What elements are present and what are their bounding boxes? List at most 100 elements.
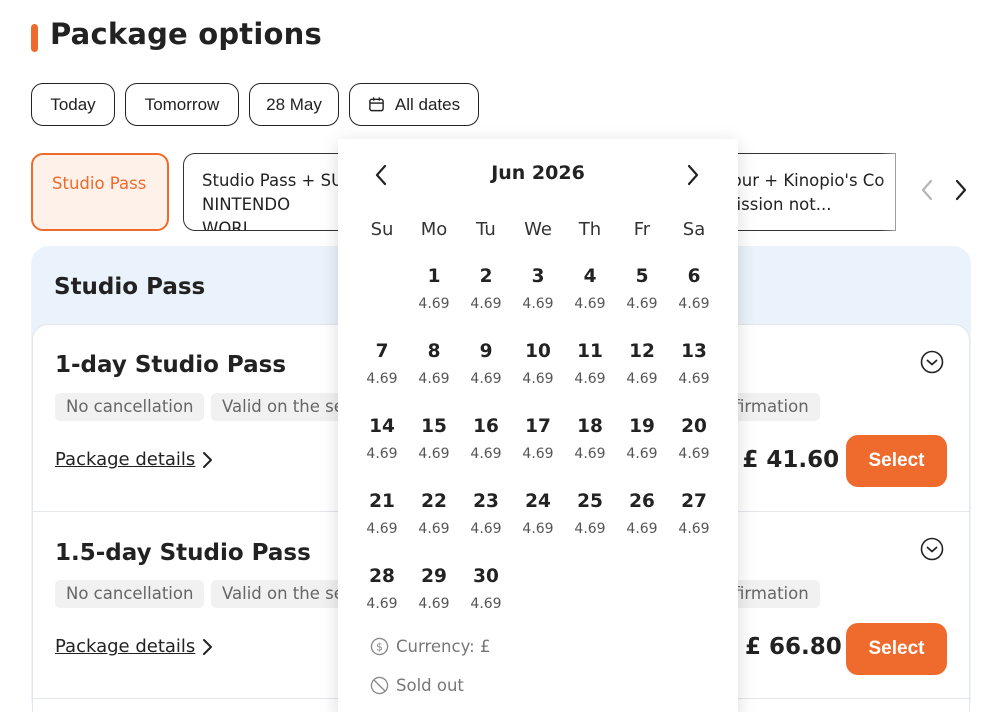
calendar-day[interactable]: 27 4.69 <box>668 489 720 564</box>
calendar-day-price: 4.69 <box>522 371 554 387</box>
legend-sold-out-label: Sold out <box>396 676 464 695</box>
calendar-day-price: 4.69 <box>522 296 554 312</box>
calendar-day[interactable]: 14 4.69 <box>356 414 408 489</box>
tabs-prev-button[interactable] <box>916 176 938 204</box>
calendar-day[interactable]: 9 4.69 <box>460 339 512 414</box>
calendar-day[interactable]: 16 4.69 <box>460 414 512 489</box>
calendar-day[interactable]: 24 4.69 <box>512 489 564 564</box>
chevron-right-icon <box>203 638 213 655</box>
calendar-day[interactable]: 12 4.69 <box>616 339 668 414</box>
calendar-day-price: 4.69 <box>626 521 658 537</box>
calendar-day-number: 3 <box>531 266 545 287</box>
tag-confirmation: firmation <box>730 580 820 608</box>
date-chip-today[interactable]: Today <box>31 83 115 126</box>
package-tab-studio-pass-nintendo[interactable]: Studio Pass + SU NINTENDO WORL <box>183 153 363 231</box>
page-title: Package options <box>50 17 322 51</box>
calendar-next-month-button[interactable] <box>682 161 704 189</box>
expand-button[interactable] <box>920 537 944 561</box>
calendar-day[interactable]: 19 4.69 <box>616 414 668 489</box>
calendar-day[interactable]: 18 4.69 <box>564 414 616 489</box>
calendar-day[interactable]: 17 4.69 <box>512 414 564 489</box>
chevron-right-icon <box>203 451 213 468</box>
calendar-day[interactable]: 25 4.69 <box>564 489 616 564</box>
date-chip-all-dates[interactable]: All dates <box>349 83 479 126</box>
calendar-day-number: 15 <box>421 416 447 437</box>
calendar-day[interactable]: 7 4.69 <box>356 339 408 414</box>
date-chip-28-may[interactable]: 28 May <box>249 83 339 126</box>
calendar-day[interactable]: 15 4.69 <box>408 414 460 489</box>
expand-button[interactable] <box>920 350 944 374</box>
calendar-day-number: 5 <box>635 266 649 287</box>
calendar-day[interactable]: 20 4.69 <box>668 414 720 489</box>
title-accent-bar <box>31 24 38 52</box>
tag-confirmation: firmation <box>730 393 820 421</box>
calendar-day-number: 6 <box>687 266 701 287</box>
calendar-day-number: 9 <box>479 341 493 362</box>
calendar-day-price: 4.69 <box>522 521 554 537</box>
calendar-day-price: 4.69 <box>418 371 450 387</box>
calendar-day-price: 4.69 <box>470 521 502 537</box>
calendar-day-price: 4.69 <box>470 596 502 612</box>
calendar-day[interactable]: 28 4.69 <box>356 564 408 639</box>
calendar-day[interactable]: 11 4.69 <box>564 339 616 414</box>
date-picker-popup: Jun 2026 Su Mo Tu We Th Fr Sa 1 4.69 2 4.69… <box>338 139 738 712</box>
calendar-day[interactable]: 22 4.69 <box>408 489 460 564</box>
legend-currency: $ Currency: £ <box>370 637 490 656</box>
calendar-day[interactable]: 23 4.69 <box>460 489 512 564</box>
chevron-left-icon <box>921 179 933 201</box>
weekday-label: Th <box>578 219 602 240</box>
tabs-fade <box>880 150 910 234</box>
calendar-day-price: 4.69 <box>626 371 658 387</box>
calendar-day-number: 14 <box>369 416 395 437</box>
weekday-label: Fr <box>633 219 651 240</box>
calendar-day[interactable]: 8 4.69 <box>408 339 460 414</box>
calendar-day-price: 4.69 <box>470 296 502 312</box>
calendar-day[interactable]: 30 4.69 <box>460 564 512 639</box>
calendar-day[interactable]: 3 4.69 <box>512 264 564 339</box>
calendar-day-price: 4.69 <box>366 521 398 537</box>
calendar-day-price: 4.69 <box>678 371 710 387</box>
calendar-day-price: 4.69 <box>366 446 398 462</box>
package-tab-label-line2: NINTENDO WORL <box>202 195 291 231</box>
calendar-day[interactable]: 2 4.69 <box>460 264 512 339</box>
select-button[interactable]: Select <box>846 623 947 675</box>
package-tab-label: Studio Pass <box>52 174 147 193</box>
package-details-link[interactable]: Package details <box>55 636 213 657</box>
select-button[interactable]: Select <box>846 435 947 487</box>
tag-no-cancellation: No cancellation <box>55 580 205 608</box>
chevron-down-circle-icon <box>920 537 944 561</box>
calendar-day-number: 28 <box>369 566 395 587</box>
legend-sold-out: Sold out <box>370 676 464 695</box>
package-details-link[interactable]: Package details <box>55 449 213 470</box>
calendar-day[interactable]: 21 4.69 <box>356 489 408 564</box>
calendar-day-number: 19 <box>629 416 655 437</box>
calendar-day-price: 4.69 <box>470 446 502 462</box>
calendar-day-price: 4.69 <box>626 446 658 462</box>
calendar-day-grid: 1 4.69 2 4.69 3 4.69 4 4.69 5 4.69 6 4.69 7 4.69 8 4.69… <box>356 264 720 639</box>
calendar-day-number: 7 <box>375 341 389 362</box>
calendar-day-price: 4.69 <box>522 446 554 462</box>
calendar-day[interactable]: 10 4.69 <box>512 339 564 414</box>
weekday-label: We <box>524 219 552 240</box>
weekday-label: Su <box>370 219 394 240</box>
calendar-day-price: 4.69 <box>418 446 450 462</box>
calendar-day[interactable]: 26 4.69 <box>616 489 668 564</box>
chevron-right-icon <box>687 164 699 186</box>
calendar-day[interactable]: 5 4.69 <box>616 264 668 339</box>
calendar-day-price: 4.69 <box>574 296 606 312</box>
date-chip-tomorrow[interactable]: Tomorrow <box>125 83 239 126</box>
calendar-day-price: 4.69 <box>626 296 658 312</box>
calendar-day[interactable]: 6 4.69 <box>668 264 720 339</box>
calendar-day[interactable]: 4 4.69 <box>564 264 616 339</box>
weekday-label: Tu <box>476 219 496 240</box>
calendar-day-price: 4.69 <box>470 371 502 387</box>
calendar-day-number: 23 <box>473 491 499 512</box>
calendar-day[interactable]: 13 4.69 <box>668 339 720 414</box>
tabs-next-button[interactable] <box>950 176 972 204</box>
calendar-day[interactable]: 29 4.69 <box>408 564 460 639</box>
calendar-day-number: 10 <box>525 341 551 362</box>
package-tab-studio-pass[interactable]: Studio Pass <box>31 153 169 231</box>
package-price: £ 66.80 <box>745 634 842 660</box>
calendar-day-price: 4.69 <box>678 446 710 462</box>
calendar-day[interactable]: 1 4.69 <box>408 264 460 339</box>
